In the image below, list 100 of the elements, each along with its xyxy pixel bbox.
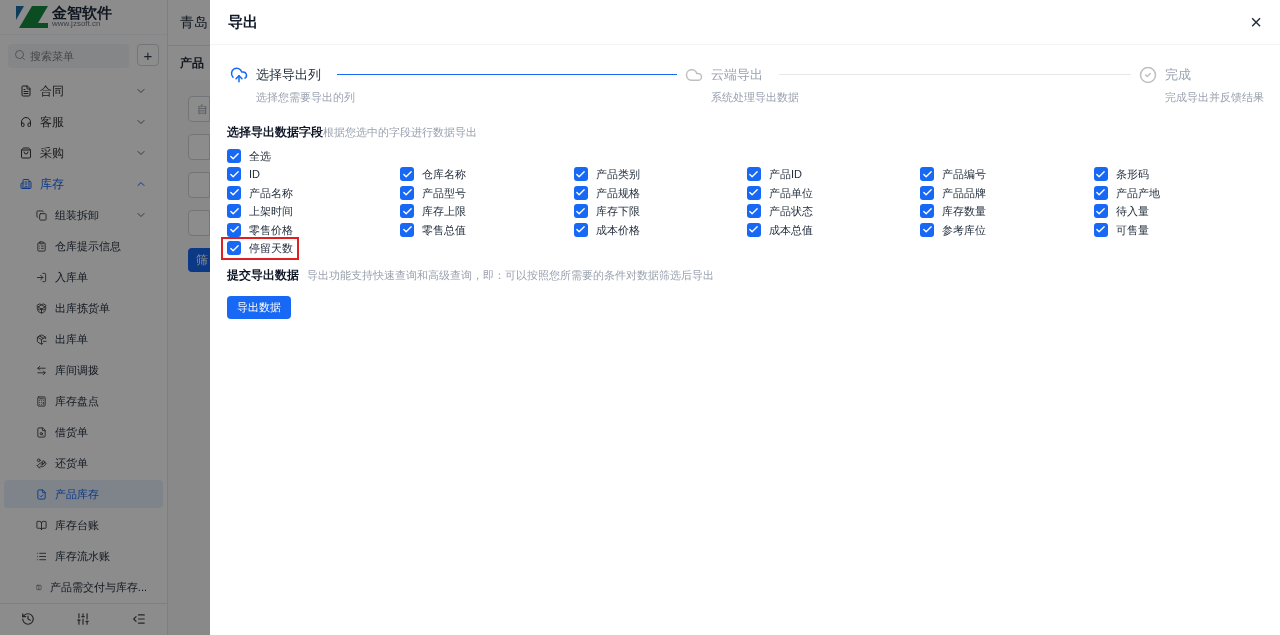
- checkbox-label: 库存下限: [595, 204, 640, 219]
- input-field[interactable]: [188, 172, 210, 198]
- checkbox-label: 库存上限: [422, 204, 467, 219]
- checkbox-label: 库存数量: [942, 204, 987, 219]
- checkbox[interactable]: [227, 204, 241, 219]
- checkbox[interactable]: [747, 185, 761, 200]
- checkbox[interactable]: [920, 185, 935, 200]
- checkbox[interactable]: [573, 167, 588, 182]
- menu-icon: [36, 550, 47, 562]
- checkbox-label: 成本价格: [595, 222, 640, 238]
- checkbox-label: 条形码: [1115, 167, 1149, 182]
- menu-item[interactable]: 采购: [0, 137, 167, 169]
- checkbox[interactable]: [400, 185, 415, 200]
- checkbox[interactable]: [1093, 204, 1108, 219]
- checkbox[interactable]: [920, 167, 935, 182]
- checkbox[interactable]: [400, 167, 415, 182]
- menu-item[interactable]: 库存: [0, 168, 167, 200]
- menu-icon: [36, 302, 47, 314]
- logo-icon: [16, 5, 48, 28]
- section-title: 提交导出数据: [227, 266, 299, 284]
- submenu-item[interactable]: 入库单: [4, 263, 163, 292]
- menu-icon: [20, 147, 32, 160]
- checkbox[interactable]: [1093, 185, 1108, 200]
- menu-icon: [36, 364, 47, 376]
- submenu-item[interactable]: 库存盘点: [4, 387, 163, 416]
- submenu-item[interactable]: 借货单: [4, 418, 163, 447]
- menu-icon: [36, 488, 47, 500]
- step-title: 云端导出: [710, 66, 763, 84]
- submenu-item[interactable]: 库间调拨: [4, 356, 163, 385]
- filter-button[interactable]: 筛: [188, 248, 210, 272]
- step-title: 完成: [1165, 66, 1191, 84]
- submenu-item[interactable]: 还货单: [4, 449, 163, 478]
- checkbox-label: 零售价格: [249, 222, 293, 238]
- brand-name: 金智软件: [52, 5, 112, 21]
- history-icon[interactable]: [20, 612, 35, 627]
- export-button[interactable]: 导出数据: [227, 295, 291, 319]
- input-field[interactable]: [188, 210, 210, 236]
- menu-icon: [36, 519, 47, 531]
- section-title: 选择导出数据字段: [227, 124, 323, 141]
- sliders-icon[interactable]: [76, 612, 91, 627]
- close-button[interactable]: ×: [1250, 12, 1262, 32]
- checkbox-label: 成本总值: [769, 222, 813, 238]
- company-title: 青岛: [180, 13, 208, 32]
- search-icon: [14, 48, 26, 61]
- menu-icon: [20, 85, 32, 98]
- submenu-item[interactable]: 出库拣货单: [4, 294, 163, 323]
- submenu-item[interactable]: 仓库提示信息: [4, 232, 163, 261]
- checkbox[interactable]: [747, 204, 761, 219]
- collapse-menu-icon[interactable]: [132, 612, 147, 627]
- checkbox[interactable]: [227, 241, 241, 256]
- checkbox[interactable]: [747, 167, 761, 182]
- step-description: 系统处理导出数据: [710, 89, 799, 105]
- checkbox-label: 产品单位: [769, 185, 813, 201]
- checkbox[interactable]: [227, 222, 241, 237]
- menu-icon: [36, 209, 47, 221]
- checkbox[interactable]: [573, 222, 588, 237]
- submenu-item[interactable]: 库存台账: [4, 511, 163, 540]
- checkbox[interactable]: [400, 204, 415, 219]
- menu-icon: [20, 116, 32, 129]
- submenu-item[interactable]: 产品需交付与库存...: [4, 573, 163, 602]
- checkbox[interactable]: [747, 222, 761, 237]
- submenu-item[interactable]: 组装拆卸: [4, 201, 163, 230]
- search-field[interactable]: 搜索菜单: [8, 43, 129, 68]
- step-title: 选择导出列: [256, 66, 321, 84]
- checkbox-label: 产品编号: [942, 167, 987, 182]
- checkbox-label: 产品状态: [769, 204, 813, 219]
- menu-icon: [36, 457, 47, 469]
- page-tab[interactable]: 产品: [180, 54, 204, 72]
- checkbox[interactable]: [573, 204, 588, 219]
- checkbox[interactable]: [400, 222, 415, 237]
- checkbox-label: 仓库名称: [422, 167, 467, 182]
- checkbox-label: 待入量: [1115, 204, 1149, 219]
- checkbox-label: 零售总值: [422, 222, 467, 238]
- menu-item[interactable]: 合同: [0, 75, 167, 107]
- input-field[interactable]: [188, 134, 210, 160]
- checkbox-label: 停留天数: [249, 241, 293, 256]
- checkbox-label: 产品规格: [595, 185, 640, 201]
- checkbox-label: 产品类别: [595, 167, 640, 182]
- checkbox[interactable]: [920, 204, 935, 219]
- submenu-item[interactable]: 出库单: [4, 325, 163, 354]
- checkbox[interactable]: [1093, 167, 1108, 182]
- menu-item[interactable]: 客服: [0, 106, 167, 138]
- checkbox[interactable]: [227, 185, 241, 200]
- brand-url: www.jzsoft.cn: [52, 20, 101, 29]
- checkbox-label: 产品品牌: [942, 185, 987, 201]
- submenu-item[interactable]: 库存流水账: [4, 542, 163, 571]
- menu-icon: [36, 271, 47, 283]
- menu-icon: [36, 333, 47, 345]
- step-description: 选择您需要导出的列: [256, 89, 355, 105]
- checkbox[interactable]: [573, 185, 588, 200]
- checkbox[interactable]: [1093, 222, 1108, 237]
- checkbox[interactable]: [920, 222, 935, 237]
- checkbox-label: 上架时间: [249, 204, 293, 219]
- menu-icon: [36, 395, 47, 407]
- add-button[interactable]: +: [137, 44, 159, 67]
- checkbox[interactable]: [227, 167, 241, 182]
- checkbox[interactable]: [227, 149, 241, 163]
- dialog-title: 导出: [228, 11, 258, 32]
- submenu-item[interactable]: 产品库存: [4, 480, 163, 509]
- checkbox-label: 产品产地: [1115, 185, 1160, 201]
